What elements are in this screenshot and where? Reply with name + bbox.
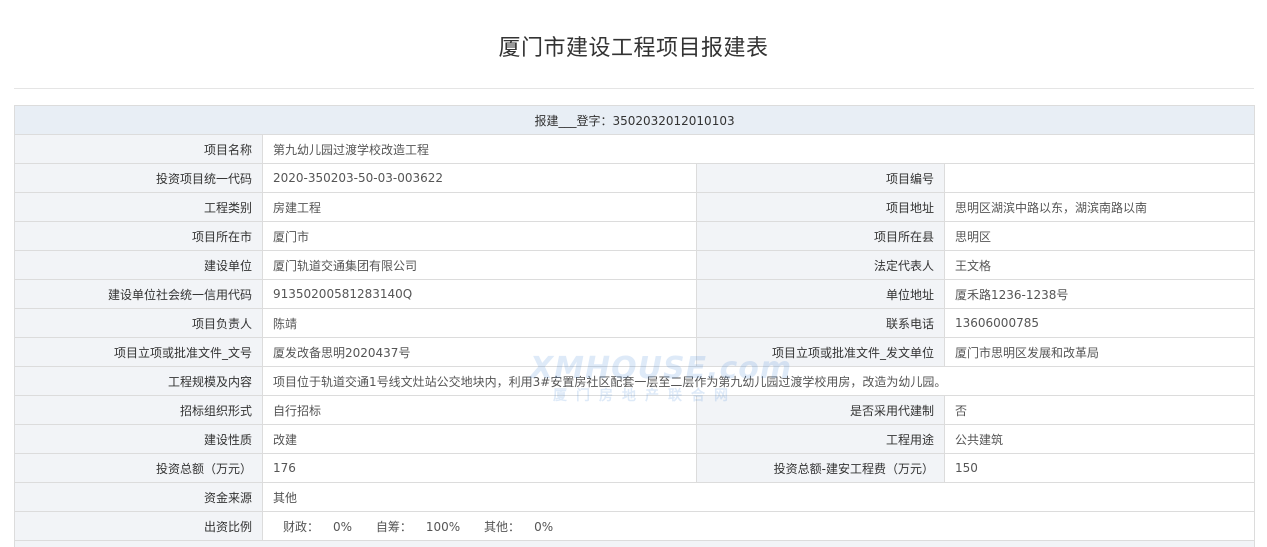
page: 厦门市建设工程项目报建表 报建___登字：3502032012010103 项目… [0, 0, 1267, 547]
construction-cost-value: 150 [943, 453, 1256, 483]
fund-source-value: 其他 [261, 482, 1256, 512]
title-divider [14, 88, 1254, 89]
table-row: 投资总额（万元） 176 投资总额-建安工程费（万元） 150 [14, 453, 1256, 483]
fund-source-label: 资金来源 [14, 482, 263, 512]
ratio-item-label: 其他： [484, 519, 521, 534]
table-row: 建设性质 改建 工程用途 公共建筑 [14, 424, 1256, 454]
table-row: 资金来源 其他 [14, 482, 1256, 512]
ratio-item-label: 财政： [283, 519, 320, 534]
manager-label: 项目负责人 [14, 308, 263, 338]
table-row: 工程类别 房建工程 项目地址 思明区湖滨中路以东，湖滨南路以南 [14, 192, 1256, 222]
registration-number: 报建___登字：3502032012010103 [13, 105, 1256, 135]
phone-value: 13606000785 [943, 308, 1256, 338]
construction-cost-label: 投资总额-建安工程费（万元） [696, 453, 945, 483]
table-row: 投资项目统一代码 2020-350203-50-03-003622 项目编号 [14, 163, 1256, 193]
usage-label: 工程用途 [696, 424, 945, 454]
unit-address-label: 单位地址 [696, 279, 945, 309]
agent-label: 是否采用代建制 [696, 395, 945, 425]
bidding-value: 自行招标 [262, 395, 697, 425]
table-row: 项目立项或批准文件_文号 厦发改备思明2020437号 项目立项或批准文件_发文… [14, 337, 1256, 367]
unit-address-value: 厦禾路1236-1238号 [943, 279, 1256, 309]
total-invest-value: 176 [262, 453, 697, 483]
approval-no-value: 厦发改备思明2020437号 [262, 337, 697, 367]
credit-code-label: 建设单位社会统一信用代码 [14, 279, 263, 309]
builder-value: 厦门轨道交通集团有限公司 [262, 250, 697, 280]
table-row: 建设单位社会统一信用代码 91350200581283140Q 单位地址 厦禾路… [14, 279, 1256, 309]
ratio-item-self: 自筹： 100% [376, 518, 460, 535]
registration-table: 报建___登字：3502032012010103 项目名称 第九幼儿园过渡学校改… [13, 105, 1256, 547]
usage-value: 公共建筑 [943, 424, 1256, 454]
county-value: 思明区 [943, 221, 1256, 251]
project-type-value: 房建工程 [262, 192, 697, 222]
ratio-label: 出资比例 [14, 511, 263, 541]
table-row: 项目名称 第九幼儿园过渡学校改造工程 [14, 134, 1256, 164]
table-row: 出资比例 财政： 0% 自筹： 100% 其他： 0% [14, 511, 1256, 541]
agent-value: 否 [943, 395, 1256, 425]
county-label: 项目所在县 [696, 221, 945, 251]
project-address-value: 思明区湖滨中路以东，湖滨南路以南 [943, 192, 1256, 222]
scale-label: 工程规模及内容 [14, 366, 263, 396]
credit-code-value: 91350200581283140Q [262, 279, 697, 309]
ratio-item-label: 自筹： [375, 519, 412, 534]
total-invest-label: 投资总额（万元） [14, 453, 263, 483]
ratio-value: 财政： 0% 自筹： 100% 其他： 0% [261, 511, 1256, 541]
city-value: 厦门市 [262, 221, 697, 251]
table-row: 项目所在市 厦门市 项目所在县 思明区 [14, 221, 1256, 251]
ratio-item-value: 0% [534, 519, 554, 534]
city-label: 项目所在市 [14, 221, 263, 251]
nature-label: 建设性质 [14, 424, 263, 454]
table-row: 工程规模及内容 项目位于轨道交通1号线文灶站公交地块内，利用3#安置房社区配套一… [14, 366, 1256, 396]
legal-rep-value: 王文格 [943, 250, 1256, 280]
nature-value: 改建 [262, 424, 697, 454]
table-tail-row [13, 540, 1256, 547]
builder-label: 建设单位 [14, 250, 263, 280]
approval-unit-label: 项目立项或批准文件_发文单位 [696, 337, 945, 367]
table-row: 项目负责人 陈靖 联系电话 13606000785 [14, 308, 1256, 338]
manager-value: 陈靖 [262, 308, 697, 338]
scale-value: 项目位于轨道交通1号线文灶站公交地块内，利用3#安置房社区配套一层至二层作为第九… [261, 366, 1256, 396]
ratio-item-value: 0% [333, 519, 353, 534]
ratio-item-fiscal: 财政： 0% [283, 518, 352, 535]
legal-rep-label: 法定代表人 [696, 250, 945, 280]
approval-unit-value: 厦门市思明区发展和改革局 [943, 337, 1256, 367]
page-title: 厦门市建设工程项目报建表 [498, 36, 769, 61]
project-no-value [943, 163, 1256, 193]
project-name-label: 项目名称 [14, 134, 263, 164]
project-name-value: 第九幼儿园过渡学校改造工程 [261, 134, 1256, 164]
bidding-label: 招标组织形式 [14, 395, 263, 425]
project-address-label: 项目地址 [696, 192, 945, 222]
table-row: 建设单位 厦门轨道交通集团有限公司 法定代表人 王文格 [14, 250, 1256, 280]
phone-label: 联系电话 [696, 308, 945, 338]
project-type-label: 工程类别 [14, 192, 263, 222]
ratio-item-other: 其他： 0% [484, 518, 553, 535]
ratio-item-value: 100% [425, 519, 461, 534]
project-no-label: 项目编号 [696, 163, 945, 193]
table-tail-cell [13, 540, 1256, 547]
table-header-row: 报建___登字：3502032012010103 [13, 105, 1256, 135]
invest-code-label: 投资项目统一代码 [14, 163, 263, 193]
table-row: 招标组织形式 自行招标 是否采用代建制 否 [14, 395, 1256, 425]
approval-no-label: 项目立项或批准文件_文号 [14, 337, 263, 367]
invest-code-value: 2020-350203-50-03-003622 [262, 163, 697, 193]
